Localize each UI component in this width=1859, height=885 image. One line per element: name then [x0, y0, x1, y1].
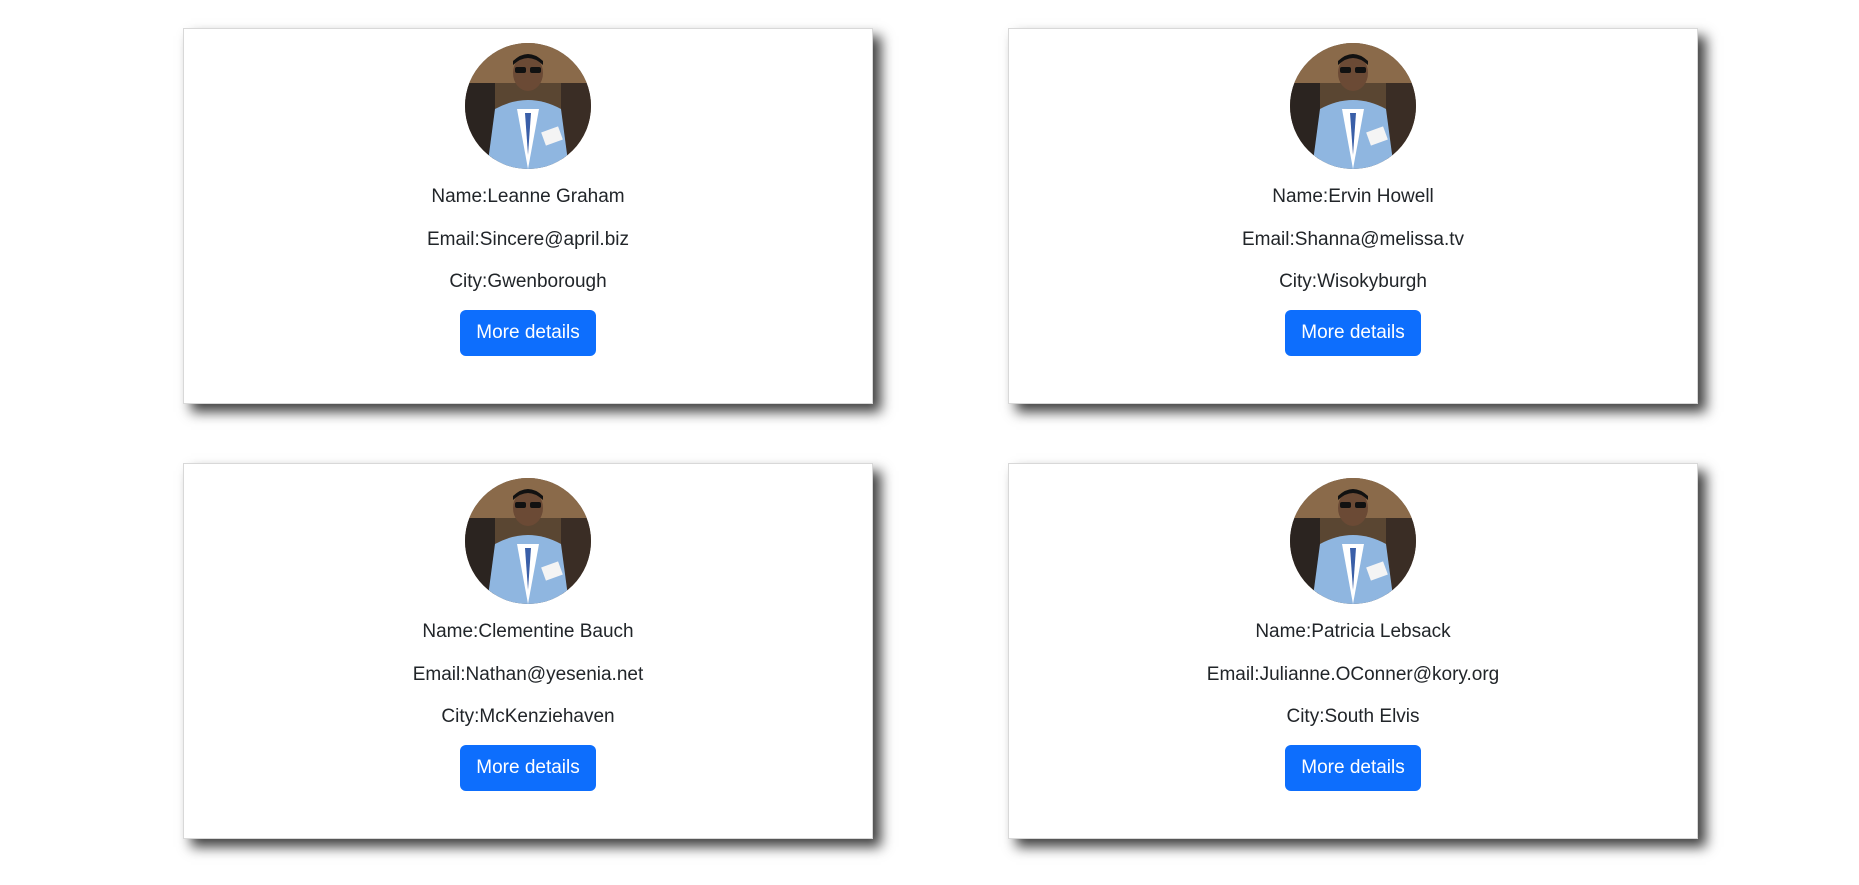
- user-email: Email:Shanna@melissa.tv: [1241, 229, 1465, 250]
- user-card: Name:Patricia Lebsack Email:Julianne.OCo…: [1008, 463, 1698, 839]
- user-card: Name:Ervin Howell Email:Shanna@melissa.t…: [1008, 28, 1698, 404]
- user-city: City:Wisokyburgh: [1279, 271, 1427, 292]
- more-details-button[interactable]: More details: [460, 310, 596, 356]
- user-name: Name:Patricia Lebsack: [1255, 621, 1451, 642]
- user-avatar: [465, 43, 591, 169]
- user-city: City:South Elvis: [1286, 706, 1420, 727]
- user-name: Name:Leanne Graham: [431, 186, 625, 207]
- more-details-button[interactable]: More details: [460, 745, 596, 791]
- user-avatar: [465, 478, 591, 604]
- user-name: Name:Ervin Howell: [1272, 186, 1434, 207]
- user-name: Name:Clementine Bauch: [422, 621, 634, 642]
- user-email: Email:Sincere@april.biz: [427, 229, 629, 250]
- user-city: City:McKenziehaven: [441, 706, 615, 727]
- user-avatar: [1290, 43, 1416, 169]
- more-details-button[interactable]: More details: [1285, 310, 1421, 356]
- user-email: Email:Nathan@yesenia.net: [412, 664, 644, 685]
- user-card: Name:Clementine Bauch Email:Nathan@yesen…: [183, 463, 873, 839]
- more-details-button[interactable]: More details: [1285, 745, 1421, 791]
- user-card-grid: Name:Leanne Graham Email:Sincere@april.b…: [0, 0, 1859, 885]
- user-avatar: [1290, 478, 1416, 604]
- user-email: Email:Julianne.OConner@kory.org: [1206, 664, 1500, 685]
- user-city: City:Gwenborough: [449, 271, 607, 292]
- user-card: Name:Leanne Graham Email:Sincere@april.b…: [183, 28, 873, 404]
